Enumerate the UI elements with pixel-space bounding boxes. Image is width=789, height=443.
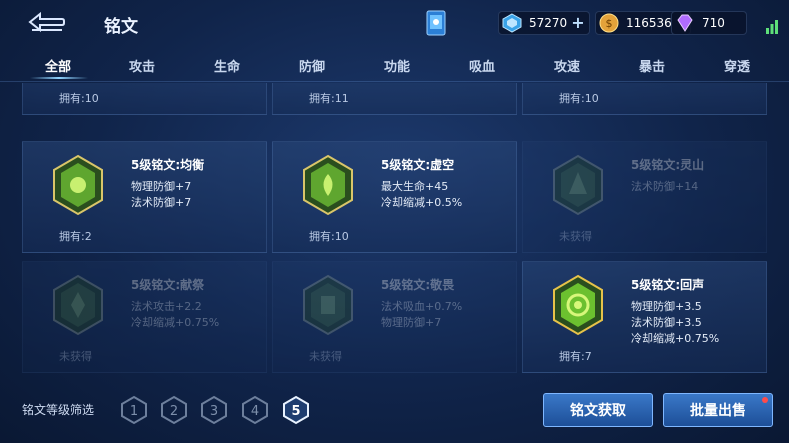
inscription-name: 5级铭文:均衡 [131,158,205,172]
tab-health[interactable]: 生命 [197,56,257,75]
level-filter-1-label: 1 [130,404,138,419]
level-filter-3[interactable]: 3 [200,395,228,425]
diamond-icon [502,13,522,33]
inscription-list[interactable]: 拥有:10 拥有:11 拥有:10 5级铭文:均衡 物理防御+7 法术防御+7 … [0,83,789,383]
level-filter-2[interactable]: 2 [160,395,188,425]
top-bar: 铭文 57270 + $ 116536 710 [0,0,789,48]
inscription-name: 5级铭文:虚空 [381,158,455,172]
diamond-amount: 57270 [529,16,568,30]
inscription-stat: 法术防御+7 [131,196,192,209]
inscription-stat: 冷却缩减+0.5% [381,196,463,209]
owned-count: 未获得 [309,350,342,363]
notification-dot [762,397,768,403]
inscription-name: 5级铭文:灵山 [631,158,705,172]
level-filter-1[interactable]: 1 [120,395,148,425]
wifi-signal-icon [766,20,778,34]
add-currency-icon[interactable]: + [571,15,584,31]
inscription-card[interactable]: 5级铭文:灵山 法术防御+14 未获得 [522,141,767,253]
category-tabs: 全部 攻击 生命 防御 功能 吸血 攻速 暴击 穿透 [0,50,789,82]
gem-counter: 710 [671,11,747,35]
tab-penetration[interactable]: 穿透 [707,56,767,75]
owned-count: 拥有:10 [309,230,349,243]
batch-sell-button[interactable]: 批量出售 [663,393,773,427]
inscription-card[interactable]: 5级铭文:虚空 最大生命+45 冷却缩减+0.5% 拥有:10 [272,141,517,253]
card-badge-icon[interactable] [425,9,447,37]
back-arrow-icon[interactable] [24,10,68,34]
inscription-emblem-icon [303,154,353,216]
inscription-stat: 最大生命+45 [381,180,449,193]
inscription-stat: 物理防御+3.5 [631,300,702,313]
tab-defense[interactable]: 防御 [282,56,342,75]
tab-lifesteal[interactable]: 吸血 [452,56,512,75]
inscription-stat: 法术攻击+2.2 [131,300,202,313]
tab-utility[interactable]: 功能 [367,56,427,75]
inscription-card[interactable]: 5级铭文:献祭 法术攻击+2.2 冷却缩减+0.75% 未获得 [22,261,267,373]
diamond-counter[interactable]: 57270 + [498,11,590,35]
inscription-stat: 冷却缩减+0.75% [131,316,220,329]
level-filter-3-label: 3 [210,404,218,419]
tab-all[interactable]: 全部 [28,56,88,75]
owned-count: 拥有:10 [559,92,599,105]
owned-count: 未获得 [59,350,92,363]
tab-attack-speed[interactable]: 攻速 [537,56,597,75]
level-filter-5[interactable]: 5 [282,395,310,425]
inscription-card[interactable]: 拥有:11 [272,83,517,115]
owned-count: 拥有:2 [59,230,92,243]
inscription-card[interactable]: 5级铭文:敬畏 法术吸血+0.7% 物理防御+7 未获得 [272,261,517,373]
level-filter-4[interactable]: 4 [241,395,269,425]
level-filter-4-label: 4 [251,404,259,419]
level-filter-label: 铭文等级筛选 [22,403,95,417]
owned-count: 拥有:10 [59,92,99,105]
active-tab-indicator [30,77,88,79]
inscription-stat: 物理防御+7 [381,316,442,329]
inscription-emblem-icon [303,274,353,336]
inscription-stat: 法术防御+3.5 [631,316,702,329]
owned-count: 拥有:7 [559,350,592,363]
tab-attack[interactable]: 攻击 [112,56,172,75]
inscription-card[interactable]: 拥有:10 [22,83,267,115]
inscription-stat: 冷却缩减+0.75% [631,332,720,345]
svg-text:$: $ [606,17,613,30]
inscription-name: 5级铭文:敬畏 [381,278,455,292]
gold-coin-icon: $ [599,13,619,33]
owned-count: 未获得 [559,230,592,243]
level-filter-5-label: 5 [291,404,300,419]
bottom-bar: 铭文等级筛选 1 2 3 4 5 铭文获取 批量出售 [0,385,789,443]
owned-count: 拥有:11 [309,92,349,105]
batch-sell-label: 批量出售 [690,403,746,419]
inscription-emblem-icon [553,274,603,336]
inscription-stat: 物理防御+7 [131,180,192,193]
inscription-card[interactable]: 5级铭文:回声 物理防御+3.5 法术防御+3.5 冷却缩减+0.75% 拥有:… [522,261,767,373]
inscription-emblem-icon [53,274,103,336]
inscription-card[interactable]: 5级铭文:均衡 物理防御+7 法术防御+7 拥有:2 [22,141,267,253]
inscription-emblem-icon [553,154,603,216]
inscription-stat: 法术防御+14 [631,180,699,193]
purple-gem-icon [677,14,693,32]
obtain-inscription-button[interactable]: 铭文获取 [543,393,653,427]
gem-amount: 710 [702,16,725,30]
tab-critical[interactable]: 暴击 [622,56,682,75]
gold-amount: 116536 [626,16,672,30]
level-filter-2-label: 2 [170,404,178,419]
inscription-card[interactable]: 拥有:10 [522,83,767,115]
inscription-name: 5级铭文:回声 [631,278,705,292]
inscription-emblem-icon [53,154,103,216]
page-title: 铭文 [104,17,138,37]
inscription-name: 5级铭文:献祭 [131,278,205,292]
inscription-stat: 法术吸血+0.7% [381,300,463,313]
